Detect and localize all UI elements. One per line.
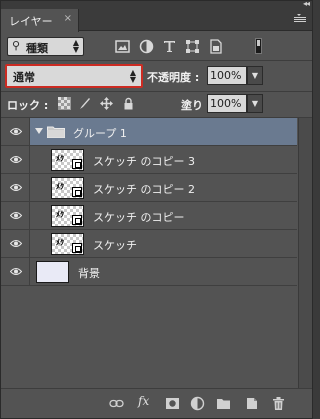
layers-list: グループ 1 ﾒｸ スケッチ のコピー 3 ﾒｸ スケッチ のコピー 2 ﾒｸ … [1, 118, 312, 388]
smart-object-badge-icon [72, 215, 82, 225]
lock-image-pixels-icon[interactable] [78, 97, 91, 110]
eye-icon [10, 128, 22, 135]
visibility-toggle[interactable] [1, 230, 30, 257]
lock-position-icon[interactable] [100, 97, 113, 110]
mask-icon[interactable] [165, 396, 180, 411]
layer-thumbnail: ﾒｸ [51, 177, 84, 199]
tab-bar: レイヤー × [1, 9, 312, 32]
layer-name: スケッチ のコピー 2 [93, 183, 195, 196]
eye-icon [10, 240, 22, 247]
layer-thumbnail: ﾒｸ [51, 233, 84, 255]
folder-icon [47, 126, 65, 138]
layer-name: グループ 1 [73, 127, 127, 140]
filter-kind-value: 種類 [26, 42, 48, 55]
filter-kind-select[interactable]: ⚲ 種類 ▲ ▼ [7, 37, 84, 56]
link-icon[interactable] [109, 396, 124, 411]
lock-transparent-pixels-icon[interactable] [58, 97, 71, 110]
collapse-panel-button[interactable]: ◂◂ [303, 0, 310, 8]
lock-all-icon[interactable] [122, 97, 135, 110]
layer-row[interactable]: ﾒｸ スケッチ のコピー [1, 202, 297, 230]
thumbnail-content: ﾒｸ [56, 238, 64, 247]
layer-row[interactable]: ﾒｸ スケッチ のコピー 2 [1, 174, 297, 202]
layer-thumbnail: ﾒｸ [51, 149, 84, 171]
new-layer-icon[interactable] [244, 396, 259, 411]
filter-adjustment-icon[interactable] [139, 39, 154, 54]
layer-name: 背景 [78, 267, 100, 280]
scrollbar[interactable] [298, 118, 312, 388]
tab-layers[interactable]: レイヤー × [1, 9, 79, 32]
fill-dropdown-button[interactable]: ▼ [247, 94, 263, 113]
filter-pixel-icon[interactable] [115, 39, 130, 54]
layers-bottom-bar: fx [1, 388, 312, 418]
layer-name: スケッチ のコピー [93, 211, 185, 224]
smart-object-badge-icon [72, 243, 82, 253]
opacity-label: 不透明度 : [147, 71, 200, 84]
lock-row: ロック : 塗り : 100% ▼ [1, 92, 312, 117]
panel-top-strip: ◂◂ [1, 0, 312, 9]
layer-thumbnail: ﾒｸ [51, 205, 84, 227]
thumbnail-content: ﾒｸ [56, 210, 64, 219]
filter-row: ⚲ 種類 ▲ ▼ [1, 32, 312, 60]
eye-icon [10, 212, 22, 219]
chevron-updown-icon: ▲ ▼ [129, 68, 136, 84]
visibility-toggle[interactable] [1, 174, 30, 201]
tab-layers-label: レイヤー [9, 15, 53, 28]
fill-input[interactable]: 100% [207, 94, 247, 113]
layer-row[interactable]: ﾒｸ スケッチ のコピー 3 [1, 146, 297, 174]
layer-name: スケッチ [93, 239, 137, 252]
eye-icon [10, 268, 22, 275]
blend-mode-select[interactable]: 通常 ▲ ▼ [5, 64, 143, 88]
filter-type-icon[interactable] [162, 39, 177, 54]
fx-button[interactable]: fx [138, 394, 149, 408]
opacity-input[interactable]: 100% [207, 66, 247, 85]
smart-object-badge-icon [72, 159, 82, 169]
thumbnail-content: ﾒｸ [56, 154, 64, 163]
layer-row-group[interactable]: グループ 1 [1, 118, 297, 146]
layer-row[interactable]: ﾒｸ スケッチ [1, 230, 297, 258]
search-icon: ⚲ [12, 39, 21, 52]
layer-name: スケッチ のコピー 3 [93, 155, 195, 168]
visibility-toggle[interactable] [1, 146, 30, 173]
filter-shape-icon[interactable] [185, 39, 200, 54]
chevron-updown-icon: ▲ ▼ [72, 38, 79, 54]
layers-panel: ◂◂ レイヤー × ⚲ 種類 ▲ ▼ 通常 ▲ ▼ 不透明度: 100% ▼ … [0, 0, 313, 419]
eye-icon [10, 184, 22, 191]
eye-icon [10, 156, 22, 163]
panel-menu-icon[interactable] [294, 13, 306, 24]
filter-toggle-switch[interactable] [255, 38, 262, 54]
lock-label: ロック : [7, 99, 49, 112]
opacity-dropdown-button[interactable]: ▼ [247, 66, 263, 85]
visibility-toggle[interactable] [1, 258, 30, 285]
disclosure-triangle-icon[interactable] [35, 128, 43, 135]
filter-smart-object-icon[interactable] [208, 39, 223, 54]
tab-close-icon[interactable]: × [64, 13, 72, 24]
blend-row: 通常 ▲ ▼ 不透明度 : 100% ▼ [1, 61, 312, 91]
trash-icon[interactable] [271, 396, 286, 411]
thumbnail-content: ﾒｸ [56, 182, 64, 191]
blend-mode-value: 通常 [13, 71, 35, 84]
new-group-icon[interactable] [216, 396, 231, 411]
visibility-toggle[interactable] [1, 202, 30, 229]
layer-row-background[interactable]: 背景 [1, 258, 297, 286]
smart-object-badge-icon [72, 187, 82, 197]
adjustment-icon[interactable] [190, 396, 205, 411]
background-thumbnail [36, 261, 69, 283]
visibility-toggle[interactable] [1, 118, 30, 145]
